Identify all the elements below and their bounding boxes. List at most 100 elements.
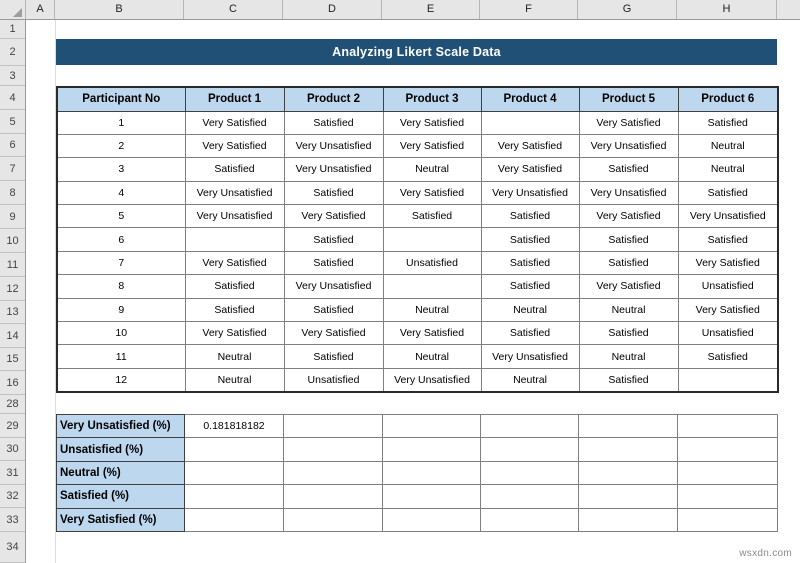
rating-cell[interactable]: Satisfied: [480, 274, 580, 299]
rating-cell[interactable]: Satisfied: [677, 180, 779, 206]
rating-cell[interactable]: Satisfied: [283, 110, 384, 135]
participant-number-cell[interactable]: 11: [56, 344, 186, 369]
summary-value-cell[interactable]: [382, 437, 481, 462]
summary-value-cell[interactable]: [283, 507, 383, 532]
rating-cell[interactable]: Very Satisfied: [382, 321, 482, 346]
rating-cell[interactable]: Neutral: [480, 297, 580, 323]
rating-cell[interactable]: Very Unsatisfied: [283, 133, 384, 159]
row-header-32[interactable]: 32: [0, 485, 25, 508]
rating-cell[interactable]: [184, 227, 285, 252]
row-header-4[interactable]: 4: [0, 86, 25, 110]
rating-cell[interactable]: Very Satisfied: [382, 110, 482, 135]
participant-number-cell[interactable]: 7: [56, 250, 186, 276]
rating-cell[interactable]: Very Satisfied: [184, 321, 285, 346]
rating-cell[interactable]: Neutral: [677, 157, 779, 182]
rating-cell[interactable]: Satisfied: [184, 274, 285, 299]
summary-value-cell[interactable]: [677, 460, 778, 486]
column-header-h[interactable]: H: [677, 0, 777, 19]
rating-cell[interactable]: Satisfied: [382, 204, 482, 229]
rating-cell[interactable]: Satisfied: [480, 250, 580, 276]
summary-value-cell[interactable]: [480, 507, 579, 532]
row-header-1[interactable]: 1: [0, 20, 25, 39]
participant-number-cell[interactable]: 3: [56, 157, 186, 182]
rating-cell[interactable]: Very Unsatisfied: [184, 204, 285, 229]
column-header-e[interactable]: E: [382, 0, 480, 19]
row-header-10[interactable]: 10: [0, 229, 25, 253]
participant-number-cell[interactable]: 9: [56, 297, 186, 323]
rating-cell[interactable]: Neutral: [184, 344, 285, 369]
column-header-b[interactable]: B: [55, 0, 184, 19]
row-header-29[interactable]: 29: [0, 414, 25, 438]
summary-value-cell[interactable]: [578, 413, 678, 439]
summary-value-cell[interactable]: [382, 413, 481, 439]
rating-cell[interactable]: Satisfied: [578, 367, 679, 393]
rating-cell[interactable]: Very Unsatisfied: [677, 204, 779, 229]
row-header-28[interactable]: 28: [0, 395, 25, 414]
rating-cell[interactable]: Satisfied: [578, 321, 679, 346]
rating-cell[interactable]: Very Unsatisfied: [283, 274, 384, 299]
summary-value-cell[interactable]: [184, 437, 284, 462]
rating-cell[interactable]: Very Satisfied: [578, 110, 679, 135]
rating-cell[interactable]: Very Satisfied: [677, 297, 779, 323]
summary-value-cell[interactable]: [677, 437, 778, 462]
summary-value-cell[interactable]: [677, 507, 778, 532]
rating-cell[interactable]: Very Satisfied: [382, 180, 482, 206]
rating-cell[interactable]: Satisfied: [677, 344, 779, 369]
column-header-d[interactable]: D: [283, 0, 382, 19]
rating-cell[interactable]: Satisfied: [184, 297, 285, 323]
summary-value-cell[interactable]: [382, 460, 481, 486]
row-header-31[interactable]: 31: [0, 461, 25, 485]
rating-cell[interactable]: [677, 367, 779, 393]
summary-value-cell[interactable]: [677, 413, 778, 439]
rating-cell[interactable]: Very Satisfied: [382, 133, 482, 159]
summary-value-cell[interactable]: [283, 460, 383, 486]
row-header-2[interactable]: 2: [0, 39, 25, 66]
rating-cell[interactable]: Neutral: [480, 367, 580, 393]
row-header-30[interactable]: 30: [0, 438, 25, 461]
column-header-g[interactable]: G: [578, 0, 677, 19]
rating-cell[interactable]: Very Unsatisfied: [578, 133, 679, 159]
row-header-8[interactable]: 8: [0, 181, 25, 205]
summary-value-cell[interactable]: [184, 507, 284, 532]
rating-cell[interactable]: Very Unsatisfied: [184, 180, 285, 206]
rating-cell[interactable]: Satisfied: [480, 227, 580, 252]
rating-cell[interactable]: Very Satisfied: [677, 250, 779, 276]
rating-cell[interactable]: Neutral: [578, 297, 679, 323]
rating-cell[interactable]: [480, 110, 580, 135]
rating-cell[interactable]: Very Satisfied: [480, 157, 580, 182]
rating-cell[interactable]: Very Satisfied: [283, 321, 384, 346]
rating-cell[interactable]: [382, 274, 482, 299]
rating-cell[interactable]: Neutral: [677, 133, 779, 159]
select-all-corner[interactable]: [0, 0, 26, 19]
row-header-33[interactable]: 33: [0, 508, 25, 532]
rating-cell[interactable]: Neutral: [184, 367, 285, 393]
row-header-16[interactable]: 16: [0, 371, 25, 395]
rating-cell[interactable]: Satisfied: [283, 250, 384, 276]
row-header-14[interactable]: 14: [0, 324, 25, 348]
summary-value-cell[interactable]: [480, 413, 579, 439]
summary-value-cell[interactable]: [480, 484, 579, 509]
summary-value-cell[interactable]: [283, 484, 383, 509]
rating-cell[interactable]: Satisfied: [184, 157, 285, 182]
rating-cell[interactable]: Satisfied: [283, 344, 384, 369]
summary-value-cell[interactable]: [382, 507, 481, 532]
rating-cell[interactable]: Satisfied: [677, 227, 779, 252]
summary-value-cell[interactable]: [578, 437, 678, 462]
rating-cell[interactable]: Very Unsatisfied: [382, 367, 482, 393]
summary-value-cell[interactable]: [578, 507, 678, 532]
summary-value-cell[interactable]: [184, 460, 284, 486]
summary-value-cell[interactable]: [578, 484, 678, 509]
participant-number-cell[interactable]: 10: [56, 321, 186, 346]
summary-value-cell[interactable]: [283, 413, 383, 439]
summary-value-cell[interactable]: [184, 484, 284, 509]
rating-cell[interactable]: Neutral: [382, 344, 482, 369]
summary-value-cell[interactable]: [283, 437, 383, 462]
column-header-c[interactable]: C: [184, 0, 283, 19]
row-header-11[interactable]: 11: [0, 253, 25, 277]
rating-cell[interactable]: Satisfied: [283, 180, 384, 206]
row-header-3[interactable]: 3: [0, 66, 25, 86]
rating-cell[interactable]: Very Unsatisfied: [578, 180, 679, 206]
rating-cell[interactable]: Unsatisfied: [677, 274, 779, 299]
row-header-5[interactable]: 5: [0, 110, 25, 134]
rating-cell[interactable]: Satisfied: [480, 321, 580, 346]
